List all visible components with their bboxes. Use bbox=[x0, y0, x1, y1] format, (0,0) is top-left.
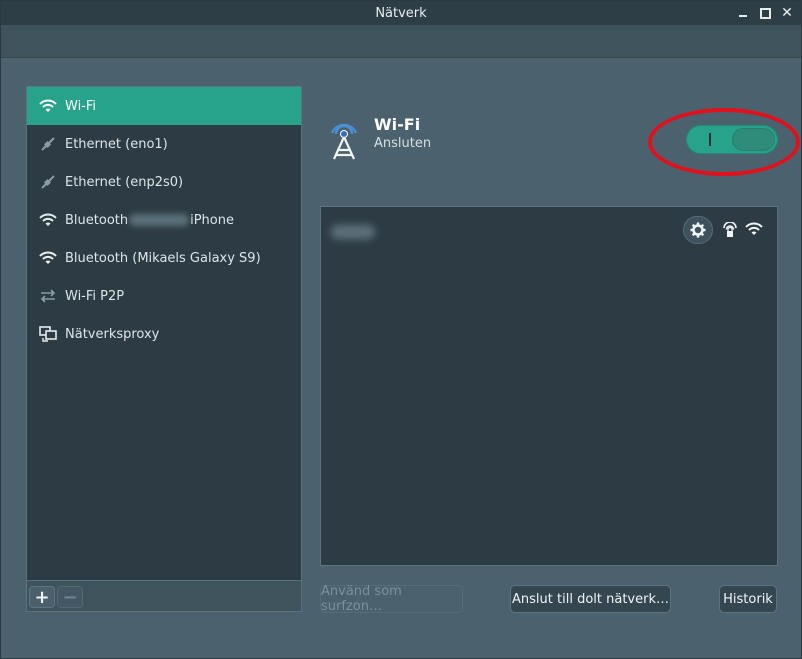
minimize-button[interactable] bbox=[734, 4, 752, 22]
network-list bbox=[320, 206, 778, 566]
gear-icon bbox=[690, 222, 706, 238]
network-window: Nätverk ✕ Wi-Fi Ethernet (eno1) Ethernet… bbox=[0, 0, 802, 659]
network-proxy-icon bbox=[39, 325, 57, 343]
window-title: Nätverk bbox=[375, 6, 427, 21]
network-settings-button[interactable] bbox=[683, 216, 713, 244]
connection-status: Ansluten bbox=[374, 136, 432, 151]
sidebar-item-label: Ethernet (eno1) bbox=[65, 136, 168, 152]
sidebar-item-bluetooth-iphone[interactable]: Bluetooth iPhone bbox=[27, 201, 301, 239]
toggle-on-indicator bbox=[709, 133, 711, 146]
signal-strength-icon bbox=[745, 222, 763, 236]
history-button[interactable]: Historik bbox=[719, 585, 777, 613]
arrows-icon bbox=[39, 287, 57, 305]
maximize-button[interactable] bbox=[756, 4, 774, 22]
lock-icon bbox=[723, 221, 737, 238]
remove-connection-button[interactable]: − bbox=[57, 586, 83, 608]
sidebar-item-label: Wi-Fi bbox=[65, 98, 97, 114]
sidebar-item-wifi[interactable]: Wi-Fi bbox=[27, 87, 301, 125]
wifi-tower-icon bbox=[326, 119, 362, 161]
sidebar: Wi-Fi Ethernet (eno1) Ethernet (enp2s0) … bbox=[26, 86, 302, 612]
wifi-icon bbox=[39, 97, 57, 115]
ethernet-icon bbox=[39, 173, 57, 191]
wifi-toggle[interactable] bbox=[686, 125, 778, 154]
add-connection-button[interactable]: + bbox=[29, 586, 55, 608]
sidebar-toolbar: + − bbox=[27, 580, 301, 611]
toggle-knob[interactable] bbox=[732, 128, 775, 151]
close-button[interactable]: ✕ bbox=[778, 4, 796, 22]
sidebar-item-proxy[interactable]: Nätverksproxy bbox=[27, 315, 301, 353]
sidebar-item-label: Wi-Fi P2P bbox=[65, 288, 125, 304]
wifi-icon bbox=[39, 211, 57, 229]
network-row[interactable] bbox=[321, 207, 777, 255]
title-bar: Nätverk ✕ bbox=[1, 1, 801, 25]
sidebar-item-wifi-p2p[interactable]: Wi-Fi P2P bbox=[27, 277, 301, 315]
sidebar-item-ethernet-enp2s0[interactable]: Ethernet (enp2s0) bbox=[27, 163, 301, 201]
connect-hidden-network-button[interactable]: Anslut till dolt nätverk… bbox=[510, 585, 671, 613]
wifi-icon bbox=[39, 249, 57, 267]
ethernet-icon bbox=[39, 135, 57, 153]
sidebar-item-label-suffix: iPhone bbox=[190, 212, 234, 228]
sidebar-item-label-prefix: Bluetooth bbox=[65, 212, 129, 228]
sidebar-item-label: Nätverksproxy bbox=[65, 326, 160, 342]
sidebar-item-label: Bluetooth (Mikaels Galaxy S9) bbox=[65, 250, 261, 266]
redacted-network-name bbox=[331, 225, 375, 239]
sidebar-item-label: Ethernet (enp2s0) bbox=[65, 174, 184, 190]
use-as-hotspot-button[interactable]: Använd som surfzon… bbox=[320, 584, 463, 614]
header-bar bbox=[1, 25, 801, 58]
redacted-device-name bbox=[129, 214, 190, 226]
page-title: Wi-Fi bbox=[374, 115, 421, 134]
sidebar-item-bluetooth-galaxy[interactable]: Bluetooth (Mikaels Galaxy S9) bbox=[27, 239, 301, 277]
sidebar-item-ethernet-eno1[interactable]: Ethernet (eno1) bbox=[27, 125, 301, 163]
